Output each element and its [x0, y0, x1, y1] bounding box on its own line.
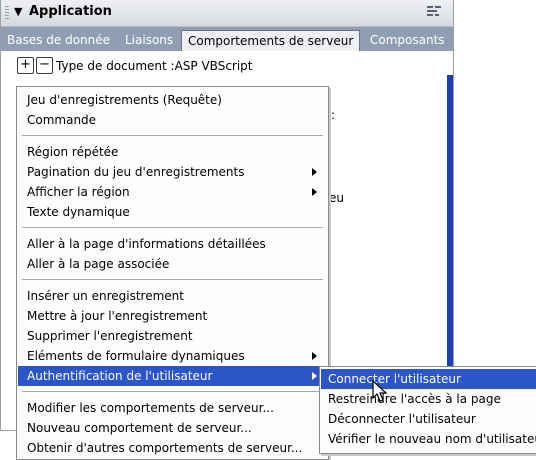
menu-item-label: Restreindre l'accès à la page [328, 392, 501, 406]
menu-item-new-server-behavior[interactable]: Nouveau comportement de serveur... [18, 418, 327, 438]
menu-item-insert-record[interactable]: Insérer un enregistrement [18, 286, 327, 306]
submenu-item-restrict-access[interactable]: Restreindre l'accès à la page [321, 389, 536, 409]
grip-handle-icon[interactable] [5, 6, 9, 20]
menu-item-label: Connecter l'utilisateur [328, 372, 461, 386]
user-authentication-submenu: Connecter l'utilisateur Restreindre l'ac… [319, 366, 536, 454]
menu-item-label: Jeu d'enregistrements (Requête) [27, 93, 222, 107]
mouse-pointer-icon [372, 380, 388, 402]
server-behaviors-menu: Jeu d'enregistrements (Requête) Commande… [16, 86, 329, 460]
submenu-arrow-icon [312, 168, 317, 176]
submenu-item-check-new-username[interactable]: Vérifier le nouveau nom d'utilisateur [321, 429, 536, 449]
menu-item-delete-record[interactable]: Supprimer l'enregistrement [18, 326, 327, 346]
menu-item-label: Obtenir d'autres comportements de serveu… [27, 441, 303, 455]
menu-item-label: Mettre à jour l'enregistrement [27, 309, 208, 323]
menu-item-edit-server-behaviors[interactable]: Modifier les comportements de serveur... [18, 398, 327, 418]
menu-item-command[interactable]: Commande [18, 110, 327, 130]
menu-item-dynamic-text[interactable]: Texte dynamique [18, 202, 327, 222]
menu-item-label: Région répétée [27, 145, 119, 159]
submenu-item-log-out-user[interactable]: Déconnecter l'utilisateur [321, 409, 536, 429]
menu-item-label: Pagination du jeu d'enregistrements [27, 165, 245, 179]
menu-item-update-record[interactable]: Mettre à jour l'enregistrement [18, 306, 327, 326]
menu-item-label: Modifier les comportements de serveur... [27, 401, 274, 415]
menu-item-go-to-related-page[interactable]: Aller à la page associée [18, 254, 327, 274]
menu-item-label: Nouveau comportement de serveur... [27, 421, 252, 435]
tab-bases-de-donnees[interactable]: Bases de donnée [1, 30, 116, 51]
menu-item-label: Afficher la région [27, 185, 130, 199]
tab-bar: Bases de donnée Liaisons Comportements d… [1, 27, 453, 52]
background-text-fragment: : [331, 108, 336, 122]
menu-item-label: Déconnecter l'utilisateur [328, 412, 476, 426]
submenu-item-log-in-user[interactable]: Connecter l'utilisateur [321, 369, 536, 389]
menu-item-go-to-detail-page[interactable]: Aller à la page d'informations détaillée… [18, 234, 327, 254]
submenu-arrow-icon [312, 372, 317, 380]
menu-item-label: Texte dynamique [27, 205, 130, 219]
background-text-fragment: eu [329, 191, 344, 205]
menu-separator [22, 227, 323, 229]
menu-item-label: Vérifier le nouveau nom d'utilisateur [328, 432, 536, 446]
collapse-triangle-icon[interactable]: ▼ [14, 5, 22, 18]
remove-behavior-button[interactable]: − [36, 57, 53, 74]
menu-item-repeat-region[interactable]: Région répétée [18, 142, 327, 162]
menu-item-recordset-paging[interactable]: Pagination du jeu d'enregistrements [18, 162, 327, 182]
menu-item-recordset[interactable]: Jeu d'enregistrements (Requête) [18, 90, 327, 110]
menu-item-label: Commande [27, 113, 97, 127]
menu-item-user-authentication[interactable]: Authentification de l'utilisateur [18, 366, 327, 386]
tab-composants[interactable]: Composants [364, 30, 451, 51]
menu-item-label: Authentification de l'utilisateur [27, 369, 213, 383]
menu-separator [22, 279, 323, 281]
panel-header[interactable]: ▼ Application [1, 0, 453, 27]
menu-item-label: Insérer un enregistrement [27, 289, 184, 303]
panel-options-menu-icon[interactable] [427, 6, 441, 18]
menu-item-label: Aller à la page associée [27, 257, 170, 271]
panel-title: Application [29, 4, 112, 19]
tab-liaisons[interactable]: Liaisons [119, 30, 179, 51]
document-type-label: Type de document :ASP VBScript [56, 59, 253, 73]
menu-item-show-region[interactable]: Afficher la région [18, 182, 327, 202]
tab-comportements-de-serveur[interactable]: Comportements de serveur [181, 30, 361, 52]
panel-toolbar: + − Type de document :ASP VBScript [1, 51, 453, 91]
menu-separator [22, 135, 323, 137]
menu-item-get-more-server-behaviors[interactable]: Obtenir d'autres comportements de serveu… [18, 438, 327, 458]
submenu-arrow-icon [312, 188, 317, 196]
menu-item-label: Aller à la page d'informations détaillée… [27, 237, 266, 251]
add-behavior-button[interactable]: + [17, 57, 34, 74]
menu-separator [22, 391, 323, 393]
submenu-arrow-icon [312, 352, 317, 360]
menu-item-label: Eléments de formulaire dynamiques [27, 349, 245, 363]
menu-item-dynamic-form-elements[interactable]: Eléments de formulaire dynamiques [18, 346, 327, 366]
menu-item-label: Supprimer l'enregistrement [27, 329, 193, 343]
